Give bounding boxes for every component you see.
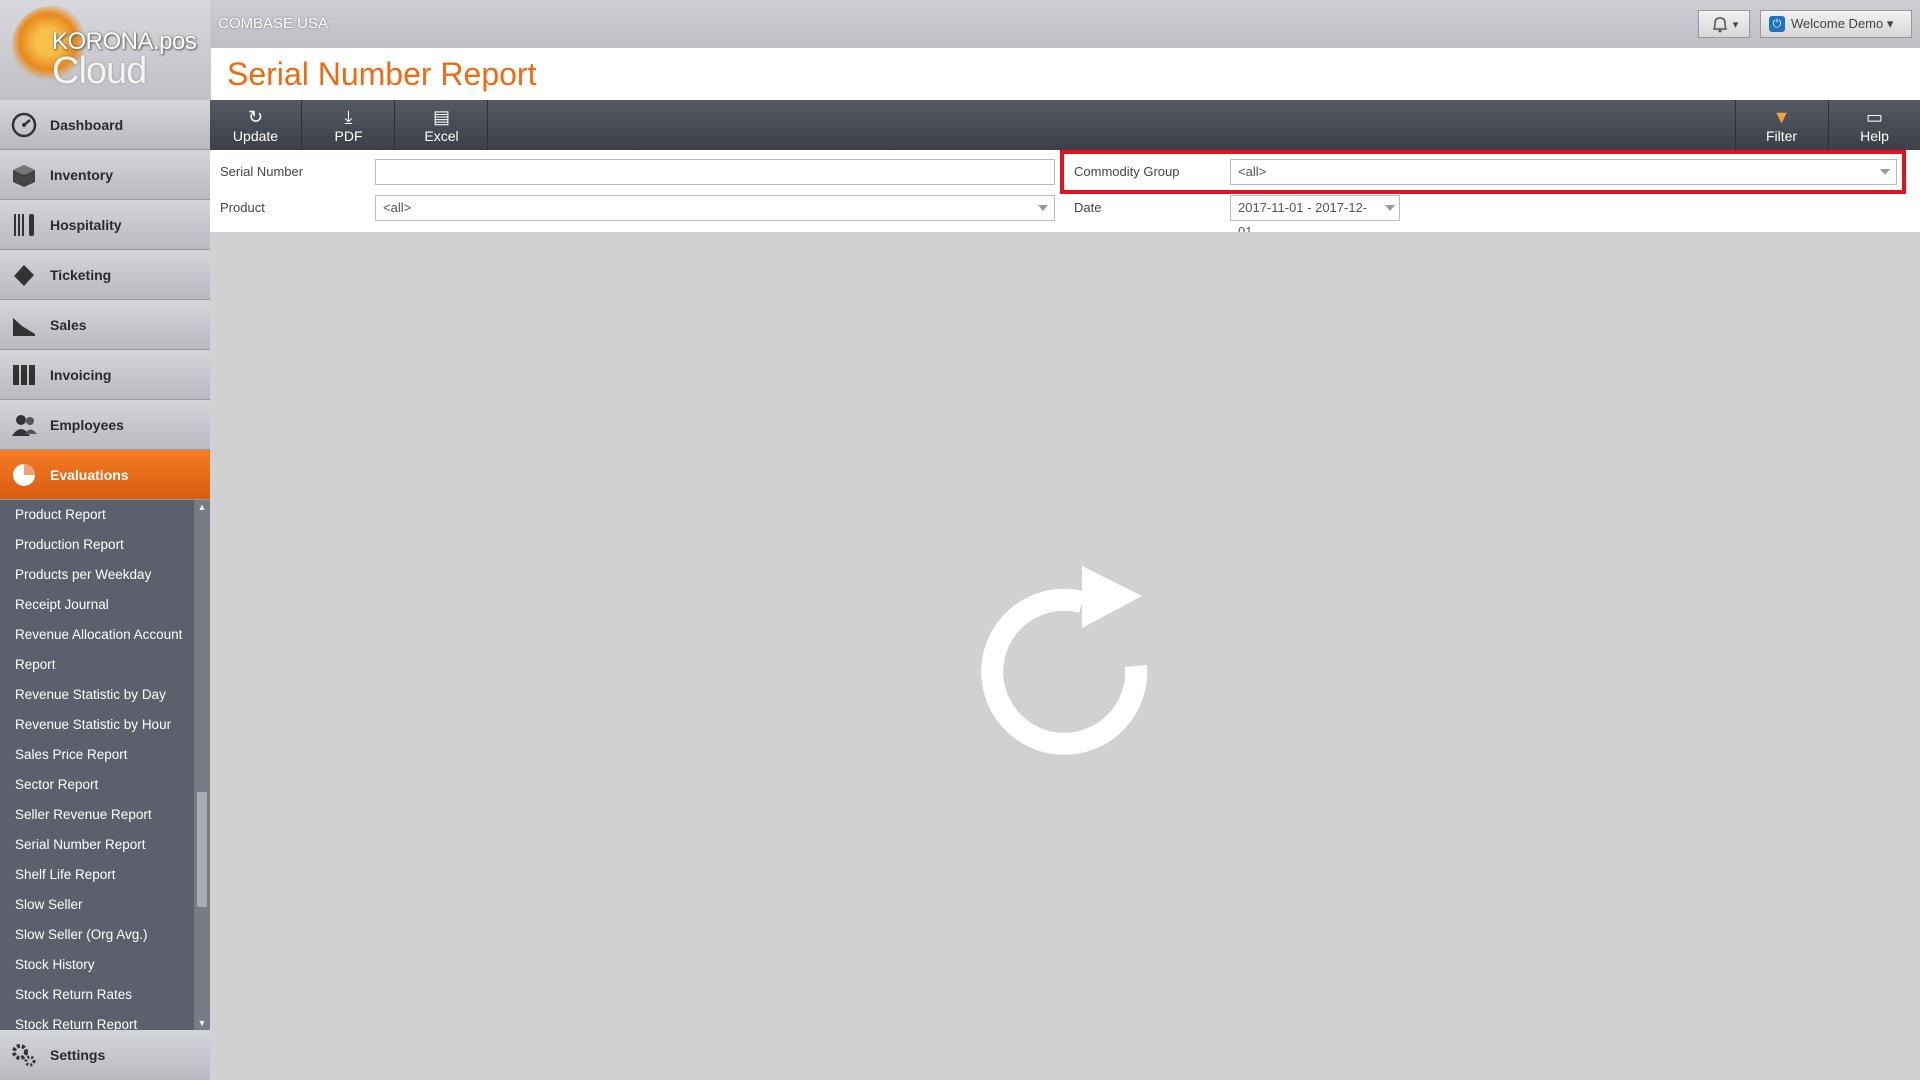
sidebar-item-label: Dashboard (50, 116, 124, 133)
chevron-down-icon (1385, 205, 1395, 211)
bell-icon (1712, 17, 1727, 33)
submenu-item[interactable]: Sector Report (0, 770, 210, 800)
excel-label: Excel (424, 128, 459, 144)
submenu-item[interactable]: Seller Revenue Report (0, 800, 210, 830)
submenu-list: Product Report Production Report Products … (0, 500, 210, 1030)
title-bar: Serial Number Report (210, 48, 1920, 100)
chevron-down-icon: ▾ (1732, 18, 1739, 31)
pie-chart-icon (13, 464, 35, 486)
scrollbar-thumb[interactable] (197, 792, 207, 907)
logo-text-cloud: Cloud (52, 50, 147, 92)
sidebar-item-label: Settings (50, 1047, 106, 1063)
company-name: COMBASE USA (218, 15, 329, 32)
submenu-item[interactable]: Report (0, 650, 210, 680)
submenu-item[interactable]: Sales Price Report (0, 740, 210, 770)
help-button[interactable]: ▭ Help (1828, 100, 1920, 150)
sidebar-item-label: Ticketing (50, 266, 112, 283)
date-label: Date (1074, 200, 1102, 215)
product-label: Product (220, 200, 265, 215)
sidebar-item-label: Sales (50, 316, 87, 333)
submenu-item[interactable]: Revenue Statistic by Day (0, 680, 210, 710)
gears-icon (12, 1044, 36, 1067)
cutlery-icon (14, 214, 34, 236)
submenu-item[interactable]: Revenue Statistic by Hour (0, 710, 210, 740)
sales-icon (13, 318, 35, 336)
filter-button[interactable]: ▼ Filter (1735, 100, 1827, 150)
sidebar-item-employees[interactable]: Employees (0, 400, 210, 450)
filter-panel: Serial Number Product <all> Commodity Gr… (210, 150, 1920, 239)
update-label: Update (232, 128, 279, 144)
speech-bubble-icon: ▭ (1865, 107, 1883, 127)
sidebar-item-inventory[interactable]: Inventory (0, 150, 210, 200)
korona-logo[interactable]: KORONA.pos Cloud (0, 0, 210, 100)
top-bar: COMBASE USA ▾ ⏻ Welcome Demo ▾ (210, 0, 1920, 48)
notifications-button[interactable]: ▾ (1698, 10, 1750, 38)
serial-number-input[interactable] (375, 159, 1055, 185)
submenu-item[interactable]: Slow Seller (Org Avg.) (0, 920, 210, 950)
reload-icon[interactable] (972, 562, 1192, 782)
help-label: Help (1860, 128, 1889, 144)
sidebar-item-label: Evaluations (50, 466, 129, 483)
sidebar-item-label: Hospitality (50, 216, 122, 233)
sidebar-item-label: Employees (50, 416, 124, 433)
submenu-item[interactable]: Products per Weekday (0, 560, 210, 590)
evaluations-submenu: Product Report Production Report Products … (0, 500, 210, 1030)
submenu-scrollbar[interactable]: ▲ ▼ (194, 500, 210, 1030)
submenu-item[interactable]: Serial Number Report (0, 830, 210, 860)
refresh-icon: ↻ (247, 107, 264, 127)
sidebar-item-label: Invoicing (50, 366, 112, 383)
power-icon: ⏻ (1769, 16, 1785, 32)
serial-number-label: Serial Number (220, 164, 304, 179)
sidebar-item-ticketing[interactable]: Ticketing (0, 250, 210, 300)
filter-label: Filter (1765, 128, 1798, 144)
product-select-value: <all> (383, 200, 412, 215)
filter-funnel-icon: ▼ (1772, 107, 1791, 127)
submenu-item[interactable]: Shelf Life Report (0, 860, 210, 890)
welcome-label: Welcome Demo ▾ (1791, 16, 1894, 31)
submenu-item[interactable]: Stock Return Report (0, 1010, 210, 1030)
date-range-select[interactable]: 2017-11-01 - 2017-12-01 (1230, 195, 1400, 239)
commodity-group-value: <all> (1238, 164, 1267, 179)
gauge-icon (11, 112, 37, 138)
excel-button[interactable]: ▤ Excel (396, 100, 488, 150)
ticket-icon (14, 265, 34, 286)
submenu-item[interactable]: Slow Seller (0, 890, 210, 920)
sidebar-item-dashboard[interactable]: Dashboard (0, 100, 210, 150)
commodity-group-select[interactable]: <all> (1230, 159, 1897, 185)
box-icon (13, 165, 35, 187)
submenu-item[interactable]: Stock Return Rates (0, 980, 210, 1010)
submenu-item[interactable]: Product Report (0, 500, 210, 530)
scroll-down-icon[interactable]: ▼ (197, 1018, 207, 1028)
submenu-item[interactable]: Revenue Allocation Account (0, 620, 210, 650)
chevron-down-icon (1038, 205, 1048, 211)
sidebar-item-hospitality[interactable]: Hospitality (0, 200, 210, 250)
submenu-item[interactable]: Stock History (0, 950, 210, 980)
excel-file-icon: ▤ (432, 107, 450, 127)
sidebar: KORONA.pos Cloud Dashboard Inventory Hos… (0, 0, 210, 1080)
sidebar-item-invoicing[interactable]: Invoicing (0, 350, 210, 400)
commodity-group-label: Commodity Group (1074, 164, 1180, 179)
sidebar-item-sales[interactable]: Sales (0, 300, 210, 350)
binders-icon (13, 365, 35, 385)
sidebar-item-label: Inventory (50, 166, 114, 183)
download-icon: ⤓ (344, 107, 353, 127)
report-content-area (210, 232, 1920, 1080)
pdf-button[interactable]: ⤓ PDF (303, 100, 395, 150)
update-button[interactable]: ↻ Update (210, 100, 302, 150)
page-title: Serial Number Report (227, 56, 537, 92)
product-select[interactable]: <all> (375, 195, 1055, 221)
submenu-item[interactable]: Production Report (0, 530, 210, 560)
pdf-label: PDF (334, 128, 363, 144)
chevron-down-icon (1880, 169, 1890, 175)
people-icon (12, 415, 37, 436)
toolbar: ↻ Update ⤓ PDF ▤ Excel ▼ Filter ▭ Help (210, 100, 1920, 150)
submenu-item[interactable]: Receipt Journal (0, 590, 210, 620)
scroll-up-icon[interactable]: ▲ (197, 502, 207, 512)
sidebar-item-evaluations[interactable]: Evaluations (0, 450, 210, 500)
user-menu-button[interactable]: ⏻ Welcome Demo ▾ (1760, 10, 1912, 38)
sidebar-item-settings[interactable]: Settings (0, 1030, 210, 1080)
